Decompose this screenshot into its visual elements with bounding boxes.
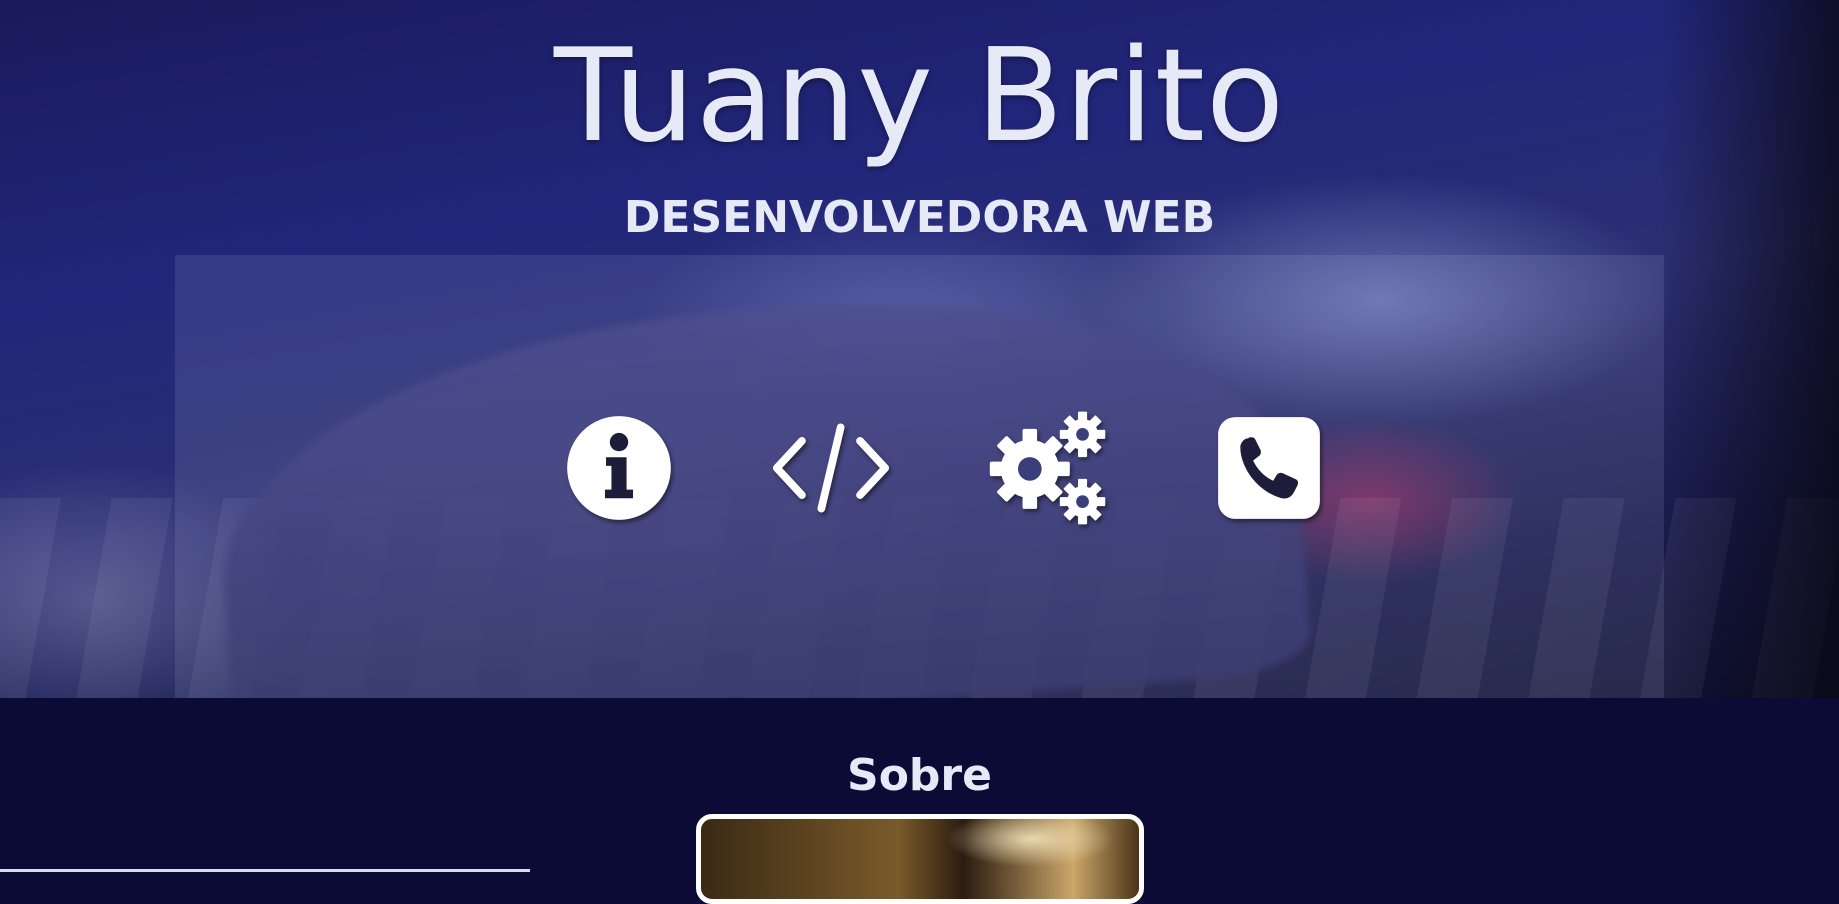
icon-nav-panel <box>175 255 1664 698</box>
profile-photo <box>696 814 1144 904</box>
info-icon[interactable] <box>559 408 679 528</box>
gears-icon[interactable] <box>988 408 1108 528</box>
page-subtitle: DESENVOLVEDORA WEB <box>623 192 1216 243</box>
section-title-about: Sobre <box>847 750 992 801</box>
phone-icon[interactable] <box>1209 408 1329 528</box>
code-icon[interactable] <box>771 408 891 528</box>
page-title: Tuany Brito <box>553 22 1286 171</box>
